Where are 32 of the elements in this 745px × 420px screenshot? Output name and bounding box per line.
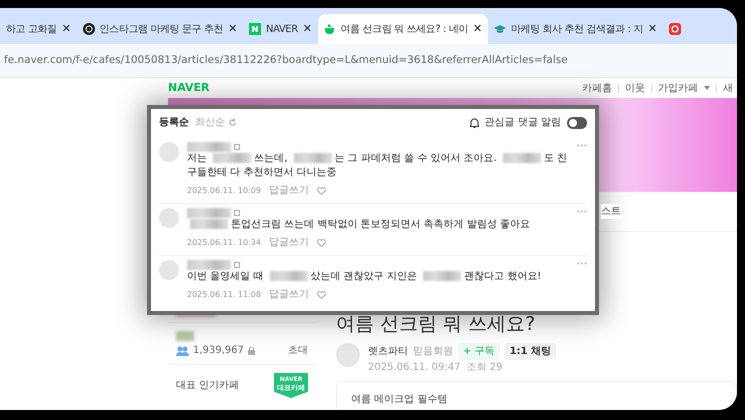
close-icon[interactable]: ✕: [472, 20, 482, 38]
author-name[interactable]: 렛츠파티: [368, 344, 408, 358]
browser-tab[interactable]: 인스타그램 마케팅 문구 추천 ✕: [76, 14, 243, 44]
comment-date: 2025.06.11. 11:08: [187, 288, 261, 300]
popular-cafe-label: 대표 인기카페: [176, 379, 240, 393]
comment-date: 2025.06.11. 10:09: [187, 184, 261, 196]
chat-button[interactable]: 1:1 채팅: [504, 342, 556, 360]
comment-text: 저는 쓰는데, 는 그 파데처럼 쓸 수 있어서 조아요. 도 친구들한테 다 추천하면서 다니는중: [187, 152, 568, 180]
comment-date: 2025.06.11. 10:34: [187, 236, 261, 248]
nav-link[interactable]: 가입카페: [658, 80, 698, 96]
comment-text: 이번 올영세일 때 샀는데 괜찮았구 지인은 괜찮다고 했어요!: [187, 270, 542, 284]
invite-link[interactable]: 초대: [288, 343, 308, 358]
post-text: 여름 메이크업 필수템: [351, 394, 448, 404]
nav-link[interactable]: 새: [723, 80, 733, 96]
nav-link[interactable]: 이웃: [625, 80, 645, 96]
close-icon[interactable]: ✕: [62, 20, 71, 38]
close-icon[interactable]: ✕: [648, 20, 657, 38]
member-count: 1,939,967: [193, 344, 244, 358]
browser-tab[interactable]: 마케팅 회사 추천 검색결과 : 지 ✕: [488, 14, 663, 44]
post-date: 2025.06.11. 09:47: [368, 360, 460, 374]
view-count: 조회 29: [466, 360, 502, 374]
close-icon[interactable]: ✕: [302, 20, 312, 38]
browser-tab[interactable]: NAVER ✕: [242, 14, 318, 44]
nav-link[interactable]: 카페홈: [582, 80, 612, 96]
close-icon[interactable]: ✕: [228, 20, 237, 38]
article-title: 여름 선크림 뭐 쓰세요?: [336, 312, 536, 337]
browser-tab[interactable]: 여름 선크림 뭐 쓰세요? : 네이 ✕: [318, 14, 488, 44]
sort-option[interactable]: 등록순: [159, 115, 189, 130]
browser-tab[interactable]: 하고 고화질 ✕: [0, 14, 77, 44]
member-grade: 믿음회원: [413, 344, 453, 358]
comment-text: 톤업선크림 쓰는데 백탁없이 톤보정되면서 촉촉하게 발림성 좋아요: [187, 218, 569, 232]
notify-label: 관심글 댓글 알림: [484, 116, 561, 130]
